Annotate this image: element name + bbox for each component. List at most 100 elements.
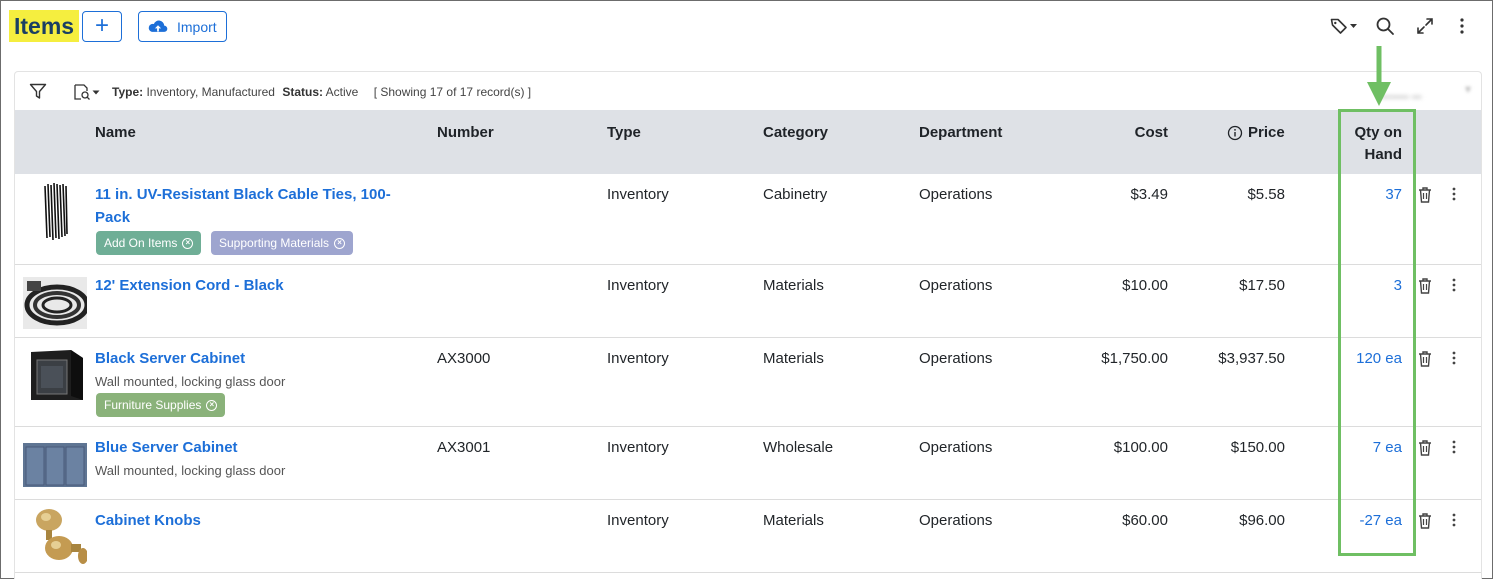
- tag-supporting-materials[interactable]: Supporting Materials ×: [211, 231, 354, 255]
- remove-tag-icon[interactable]: ×: [206, 399, 218, 411]
- table-row[interactable]: 12' Extension Cord - Black Inventory Mat…: [15, 265, 1481, 338]
- filter-type-label: Type:: [112, 85, 144, 99]
- column-header-name[interactable]: Name: [95, 122, 136, 144]
- table-row[interactable]: Blue Server Cabinet Wall mounted, lockin…: [15, 427, 1481, 500]
- item-category: Cabinetry: [763, 186, 828, 203]
- import-label: Import: [177, 18, 217, 35]
- item-number: AX3001: [437, 439, 491, 456]
- column-header-number[interactable]: Number: [437, 122, 494, 144]
- item-category: Materials: [763, 350, 824, 367]
- column-header-price: Price: [1248, 124, 1285, 141]
- item-name-link[interactable]: 12' Extension Cord - Black: [95, 274, 284, 297]
- item-name-link[interactable]: Blue Server Cabinet: [95, 436, 238, 459]
- column-header-qty[interactable]: Qty on Hand: [1355, 122, 1403, 166]
- item-name-link[interactable]: 11 in. UV-Resistant Black Cable Ties, 10…: [95, 183, 425, 229]
- tag-label: Furniture Supplies: [104, 398, 202, 412]
- filter-bar: Type: Inventory, Manufactured Status: Ac…: [15, 72, 1481, 111]
- item-name-link[interactable]: Black Server Cabinet: [95, 347, 245, 370]
- item-department: Operations: [919, 439, 993, 456]
- filter-button[interactable]: [29, 83, 47, 103]
- column-header-qty-line2: Hand: [1364, 146, 1403, 163]
- search-button[interactable]: [1373, 13, 1397, 39]
- remove-tag-icon[interactable]: ×: [334, 237, 346, 249]
- caret-down-icon: [92, 90, 100, 94]
- item-type: Inventory: [607, 512, 669, 529]
- tag-furniture-supplies[interactable]: Furniture Supplies ×: [96, 393, 226, 417]
- cloud-upload-icon: [148, 20, 168, 32]
- column-header-cost[interactable]: Cost: [1135, 122, 1168, 144]
- row-menu-button[interactable]: [1452, 278, 1456, 296]
- item-price: $150.00: [1230, 439, 1285, 456]
- item-category: Materials: [763, 512, 824, 529]
- row-menu-button[interactable]: [1452, 513, 1456, 531]
- item-type: Inventory: [607, 350, 669, 367]
- item-number: AX3000: [437, 350, 491, 367]
- search-icon: [1376, 17, 1394, 35]
- item-price: $17.50: [1239, 277, 1285, 294]
- column-header-department[interactable]: Department: [919, 122, 1002, 144]
- item-department: Operations: [919, 350, 993, 367]
- tag-label: Supporting Materials: [219, 236, 330, 250]
- info-icon: [1227, 125, 1243, 141]
- record-count: [ Showing 17 of 17 record(s) ]: [373, 85, 532, 99]
- kebab-icon: [1452, 513, 1456, 527]
- table-row[interactable]: Black Server Cabinet Wall mounted, locki…: [15, 338, 1481, 427]
- item-name-link[interactable]: Cabinet Knobs: [95, 509, 201, 532]
- item-cost: $3.49: [1130, 186, 1168, 203]
- expand-icon: [1417, 18, 1433, 34]
- saved-views-button[interactable]: [73, 83, 100, 101]
- item-type: Inventory: [607, 277, 669, 294]
- items-table-card: Type: Inventory, Manufactured Status: Ac…: [14, 71, 1482, 579]
- item-price: $96.00: [1239, 512, 1285, 529]
- view-icon: [74, 84, 90, 100]
- row-menu-button[interactable]: [1452, 440, 1456, 458]
- item-department: Operations: [919, 512, 993, 529]
- row-menu-button[interactable]: [1452, 187, 1456, 205]
- item-qty-link[interactable]: -27 ea: [1359, 510, 1402, 532]
- blue-server-cabinet-thumbnail: [23, 443, 87, 487]
- item-cost: $1,750.00: [1101, 350, 1168, 367]
- item-department: Operations: [919, 186, 993, 203]
- tag-filter-dropdown[interactable]: [1326, 13, 1360, 39]
- filter-status-label: Status:: [282, 85, 323, 99]
- kebab-icon: [1452, 351, 1456, 365]
- item-category: Wholesale: [763, 439, 834, 456]
- item-qty-link[interactable]: 7 ea: [1373, 437, 1402, 459]
- item-description: Wall mounted, locking glass door: [95, 374, 286, 389]
- kebab-icon: [1452, 278, 1456, 292]
- item-category: Materials: [763, 277, 824, 294]
- expand-button[interactable]: [1413, 13, 1437, 39]
- tag-label: Add On Items: [104, 236, 178, 250]
- annotation-arrow-icon: [1367, 46, 1391, 106]
- item-qty-link[interactable]: 37: [1385, 184, 1402, 206]
- more-options-button[interactable]: [1453, 13, 1471, 39]
- tag-add-on-items[interactable]: Add On Items ×: [96, 231, 202, 255]
- trash-icon[interactable]: [1417, 186, 1433, 204]
- table-header: Name Number Type Category Department Cos…: [15, 110, 1481, 174]
- trash-icon[interactable]: [1417, 277, 1433, 295]
- add-item-button[interactable]: +: [82, 11, 122, 42]
- row-menu-button[interactable]: [1452, 351, 1456, 369]
- filter-icon: [29, 83, 47, 99]
- item-qty-link[interactable]: 3: [1394, 275, 1402, 297]
- item-qty-link[interactable]: 120 ea: [1356, 348, 1402, 370]
- trash-icon[interactable]: [1417, 439, 1433, 457]
- item-cost: $10.00: [1122, 277, 1168, 294]
- column-header-type[interactable]: Type: [607, 122, 641, 144]
- filter-type-value: Inventory, Manufactured: [146, 85, 275, 99]
- trash-icon[interactable]: [1417, 350, 1433, 368]
- remove-tag-icon[interactable]: ×: [182, 237, 194, 249]
- table-row[interactable]: 11 in. UV-Resistant Black Cable Ties, 10…: [15, 174, 1481, 265]
- trash-icon[interactable]: [1417, 512, 1433, 530]
- column-header-price-wrap[interactable]: Price: [1227, 122, 1285, 144]
- black-server-cabinet-thumbnail: [31, 350, 83, 400]
- item-price: $5.58: [1247, 186, 1285, 203]
- table-row[interactable]: Cabinet Knobs Inventory Materials Operat…: [15, 500, 1481, 573]
- import-button[interactable]: Import: [138, 11, 227, 42]
- page-title: Items: [9, 10, 80, 42]
- cabinet-knobs-thumbnail: [36, 509, 87, 564]
- column-header-category[interactable]: Category: [763, 122, 828, 144]
- item-description: Wall mounted, locking glass door: [95, 463, 286, 478]
- item-price: $3,937.50: [1218, 350, 1285, 367]
- item-type: Inventory: [607, 186, 669, 203]
